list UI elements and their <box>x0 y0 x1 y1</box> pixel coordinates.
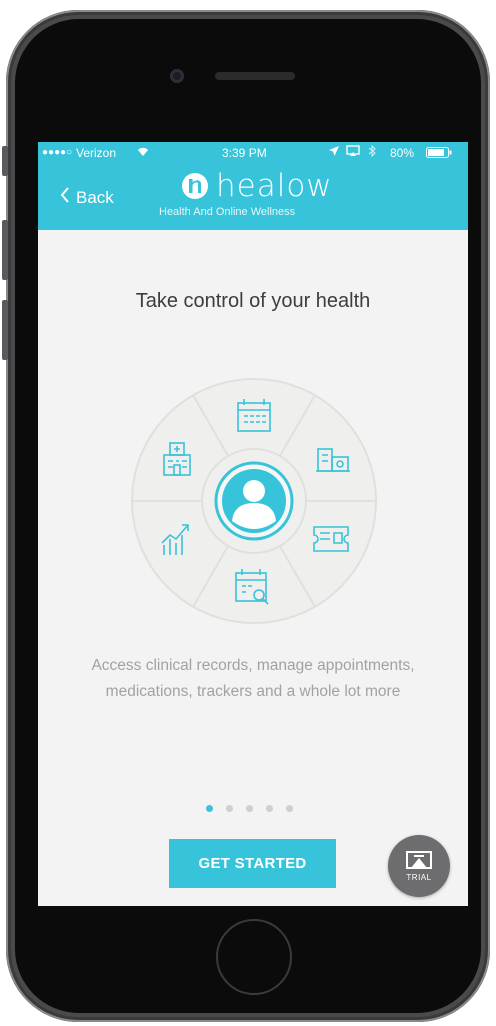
page-dot-5[interactable] <box>286 805 293 812</box>
wifi-icon <box>136 145 150 160</box>
healow-logo-icon <box>182 173 208 199</box>
battery-percent: 80% <box>390 146 415 160</box>
battery-icon <box>426 147 452 161</box>
chevron-left-icon <box>60 187 70 208</box>
page-indicator[interactable] <box>206 805 293 812</box>
page-title: Take control of your health <box>135 290 371 312</box>
page-dot-4[interactable] <box>266 805 273 812</box>
description-line-2: medications, trackers and a whole lot mo… <box>105 683 401 700</box>
page-dot-3[interactable] <box>246 805 253 812</box>
feature-description: Access clinical records, manage appointm… <box>48 653 458 705</box>
location-arrow-icon <box>328 145 340 160</box>
trial-icon <box>406 849 432 876</box>
signal-strength: ●●●●○ <box>42 147 73 158</box>
bluetooth-icon <box>368 144 376 160</box>
description-line-1: Access clinical records, manage appointm… <box>91 657 415 674</box>
page-dot-1[interactable] <box>206 805 213 812</box>
earpiece-speaker <box>215 72 295 80</box>
trial-button[interactable]: TRIAL <box>388 835 450 897</box>
back-label: Back <box>76 187 114 207</box>
volume-down-button <box>2 300 8 360</box>
volume-up-button <box>2 220 8 280</box>
app-tagline: Health And Online Wellness <box>159 206 296 218</box>
app-screen: ●●●●○ Verizon 3:39 PM 80% Back healow He… <box>38 142 468 906</box>
get-started-button[interactable]: GET STARTED <box>169 839 336 888</box>
airplay-icon <box>346 145 360 160</box>
app-name: healow <box>216 168 333 204</box>
navigation-bar: Back healow Health And Online Wellness <box>38 162 468 230</box>
page-dot-2[interactable] <box>226 805 233 812</box>
status-bar: ●●●●○ Verizon 3:39 PM 80% <box>38 142 468 162</box>
feature-wheel <box>130 377 378 625</box>
trial-label: TRIAL <box>406 873 432 882</box>
front-camera <box>170 69 184 83</box>
clock-time: 3:39 PM <box>222 146 267 160</box>
home-button[interactable] <box>216 919 292 995</box>
carrier-name: Verizon <box>76 146 117 160</box>
healow-logo: healow <box>182 168 333 204</box>
back-button[interactable]: Back <box>60 187 114 208</box>
mute-switch <box>2 146 8 176</box>
